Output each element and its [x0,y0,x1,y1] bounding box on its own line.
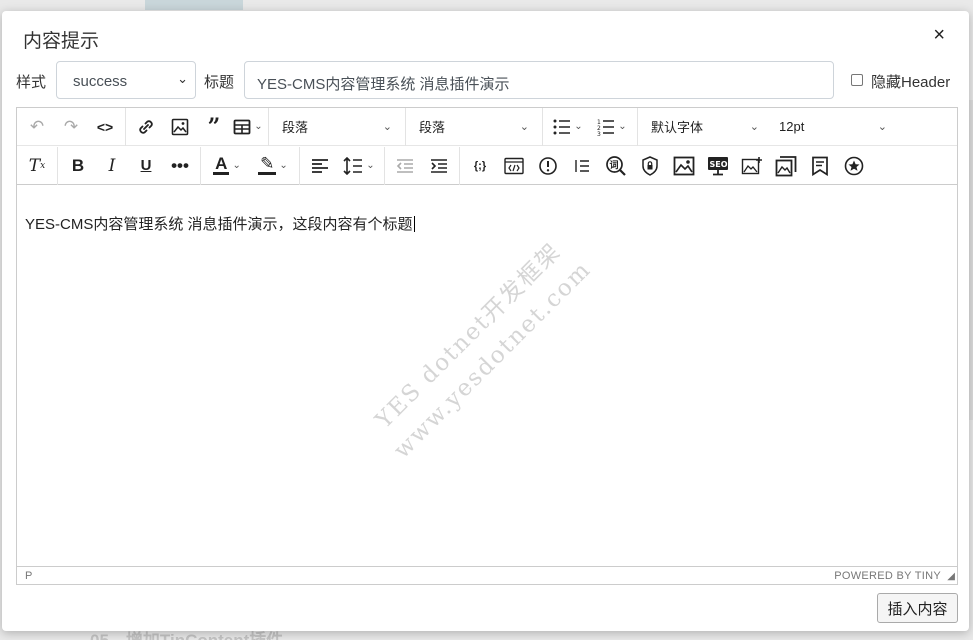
toolbar-row-2: Tx B I U ••• A ⌄ ✎ ⌄ ⌄ {;} 词 SEO [17,146,957,185]
outdent-icon[interactable] [388,151,422,181]
watermark-line-1: YES dotnet开发框架 [370,238,567,434]
watermark: YES dotnet开发框架 www.yesdotnet.com [362,229,599,466]
line-height-icon[interactable]: ⌄ [337,151,381,181]
hide-header-label: 隐藏Header [871,74,951,91]
chevron-down-icon: ⌄ [877,121,887,133]
search-term-icon[interactable]: 词 [599,151,633,181]
background-strip [145,0,243,10]
history-group: ↶ ↷ <> [17,107,126,146]
resize-handle-icon[interactable]: ◢ [947,571,955,582]
chevron-down-icon: ⌄ [254,121,263,132]
color-group: A ⌄ ✎ ⌄ [201,146,300,185]
chevron-down-icon: ⌄ [574,121,583,132]
font-group: 默认字体 ⌄ 12pt ⌄ [638,108,900,146]
chevron-down-icon: ⌄ [749,121,759,133]
block-format-value: 段落 [282,120,309,135]
font-family-value: 默认字体 [651,120,704,135]
image-icon[interactable] [163,112,197,142]
text-color-icon[interactable]: A ⌄ [204,151,250,181]
redo-icon[interactable]: ↷ [54,112,88,142]
security-shield-icon[interactable] [633,151,667,181]
style-label: 样式 [16,74,47,91]
svg-text:3: 3 [597,131,601,136]
svg-text:词: 词 [610,159,619,171]
bullet-list-icon[interactable]: ⌄ [546,112,590,142]
block-format-dropdown[interactable]: 段落 ⌄ [272,112,402,142]
paragraph-format-dropdown[interactable]: 段落 ⌄ [409,112,539,142]
gallery-icon[interactable] [769,151,803,181]
powered-by-link[interactable]: POWERED BY TINY [834,570,941,582]
insert-content-button[interactable]: 插入内容 [877,593,958,623]
font-size-dropdown[interactable]: 12pt ⌄ [769,112,897,142]
highlight-color-icon[interactable]: ✎ ⌄ [250,151,296,181]
insert-group: ” ⌄ [126,107,269,146]
editor-statusbar: P POWERED BY TINY ◢ [17,566,957,584]
editor-content-text: YES-CMS内容管理系统 消息插件演示，这段内容有个标题 [25,216,413,233]
chevron-down-icon: ⌄ [382,121,392,133]
bookmark-icon[interactable] [803,151,837,181]
underline-icon[interactable]: U [129,151,163,181]
content-hint-dialog: 内容提示 × 样式 success ⌄ 标题 YES-CMS内容管理系统 消息插… [2,11,969,631]
plugins-group: {;} 词 SEO [460,147,874,185]
align-group: ⌄ [300,146,385,185]
bold-icon[interactable]: B [61,151,95,181]
font-size-value: 12pt [779,119,805,134]
font-family-dropdown[interactable]: 默认字体 ⌄ [641,112,769,142]
editor-content-area[interactable]: YES-CMS内容管理系统 消息插件演示，这段内容有个标题 YES dotnet… [17,186,957,566]
picture-icon[interactable] [667,151,701,181]
chevron-down-icon: ⌄ [177,71,188,86]
rich-text-editor: ↶ ↷ <> ” ⌄ 段落 ⌄ 段落 ⌄ ⌄ 1 2 3 ⌄ 默认字体 ⌄ 12… [16,107,958,585]
toolbar-row-1: ↶ ↷ <> ” ⌄ 段落 ⌄ 段落 ⌄ ⌄ 1 2 3 ⌄ 默认字体 ⌄ 12… [17,107,957,146]
element-path[interactable]: P [25,570,32,582]
dialog-title: 内容提示 [23,31,100,52]
ordered-line-icon[interactable] [565,151,599,181]
close-icon[interactable]: × [933,23,945,47]
style-select-value: success [73,73,128,90]
code-sample-icon[interactable]: {;} [463,151,497,181]
list-group: ⌄ 123 ⌄ [543,107,638,146]
clear-format-group: Tx [17,146,58,185]
watermark-line-2: www.yesdotnet.com [388,256,597,464]
seo-icon[interactable]: SEO [701,151,735,181]
code-block-icon[interactable] [497,151,531,181]
indent-group [385,146,460,185]
svg-text:SEO: SEO [710,160,728,169]
chevron-down-icon: ⌄ [366,160,375,171]
block-format-group-1: 段落 ⌄ [269,107,406,146]
blockquote-icon[interactable]: ” [197,112,231,142]
more-icon[interactable]: ••• [163,151,197,181]
align-left-icon[interactable] [303,151,337,181]
undo-icon[interactable]: ↶ [20,112,54,142]
text-style-group: B I U ••• [58,146,201,185]
source-code-icon[interactable]: <> [88,112,122,142]
title-label: 标题 [204,74,235,91]
editor-content[interactable]: YES-CMS内容管理系统 消息插件演示，这段内容有个标题 [25,213,415,234]
chevron-down-icon: ⌄ [279,160,288,171]
link-icon[interactable] [129,112,163,142]
style-select[interactable]: success ⌄ [56,61,196,99]
table-icon[interactable]: ⌄ [231,112,265,142]
paragraph-format-value: 段落 [419,120,446,135]
italic-icon[interactable]: I [95,151,129,181]
alert-icon[interactable] [531,151,565,181]
chevron-down-icon: ⌄ [232,160,241,171]
star-badge-icon[interactable] [837,151,871,181]
hide-header-checkbox[interactable] [851,74,863,86]
indent-icon[interactable] [422,151,456,181]
chevron-down-icon: ⌄ [519,121,529,133]
image-add-icon[interactable] [735,151,769,181]
title-input[interactable]: YES-CMS内容管理系统 消息插件演示 [244,61,834,99]
clear-formatting-icon[interactable]: Tx [20,151,54,181]
block-format-group-2: 段落 ⌄ [406,107,543,146]
chevron-down-icon: ⌄ [618,121,627,132]
text-caret [413,216,415,232]
numbered-list-icon[interactable]: 123 ⌄ [590,112,634,142]
